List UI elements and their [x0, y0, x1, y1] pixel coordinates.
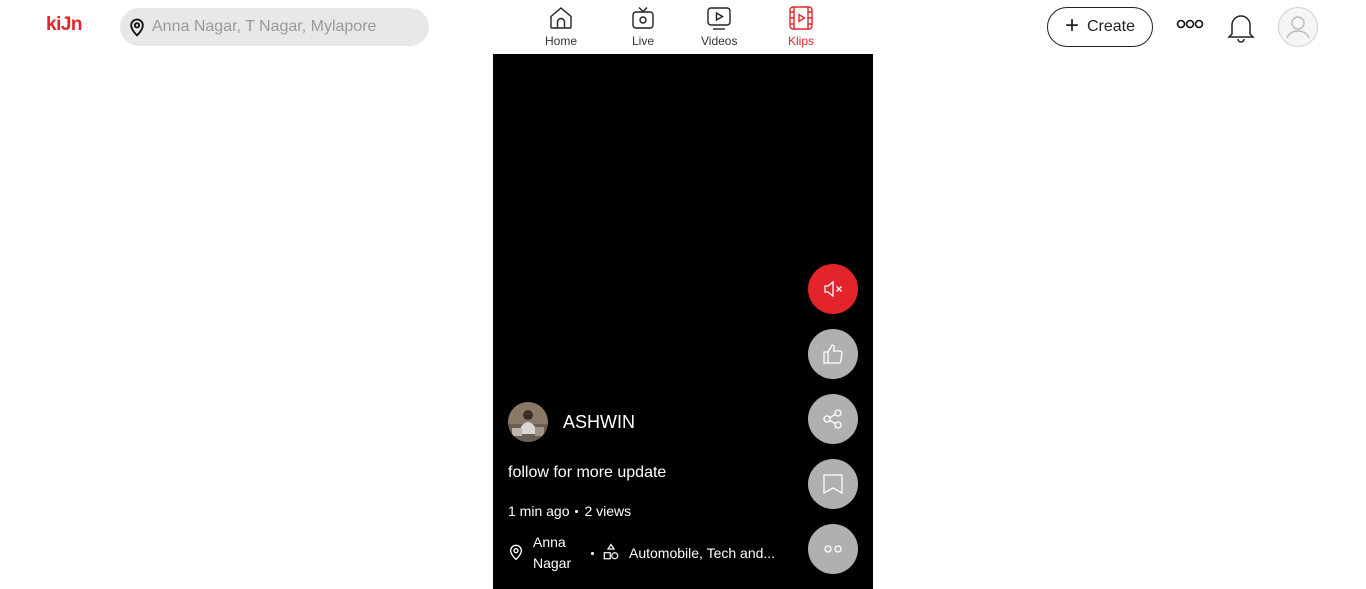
klip-category[interactable]: Automobile, Tech and...: [629, 545, 775, 561]
creator-name[interactable]: ASHWIN: [563, 412, 635, 433]
nav-live[interactable]: Live: [629, 4, 657, 48]
klip-meta: 1 min ago 2 views: [508, 503, 631, 519]
more-options-button[interactable]: [808, 524, 858, 574]
separator-dot: [591, 551, 594, 555]
create-label: Create: [1086, 18, 1136, 35]
location-pin-icon: [126, 16, 148, 38]
like-icon: [823, 344, 843, 364]
location-search-input[interactable]: [152, 18, 412, 36]
klip-caption: follow for more update: [508, 464, 667, 481]
mute-button[interactable]: [808, 264, 858, 314]
profile-avatar[interactable]: [1278, 7, 1318, 47]
live-tv-icon: [629, 4, 657, 32]
more-icon: [824, 545, 842, 553]
notification-bell-icon[interactable]: [1226, 11, 1256, 48]
user-icon: [1286, 16, 1310, 39]
nav-live-label: Live: [631, 34, 654, 48]
separator-dot: [575, 509, 579, 513]
category-icon: [602, 542, 620, 564]
nav-home[interactable]: Home: [545, 4, 577, 48]
nav-klips-label: Klips: [787, 34, 814, 48]
nav-klips[interactable]: Klips: [787, 4, 815, 48]
like-button[interactable]: [808, 329, 858, 379]
share-button[interactable]: [808, 394, 858, 444]
klip-location-category: Anna Nagar Automobile, Tech and...: [508, 532, 775, 574]
create-button[interactable]: + Create: [1047, 7, 1153, 47]
home-icon: [547, 4, 575, 32]
creator-info[interactable]: ASHWIN: [508, 402, 635, 442]
video-play-icon: [705, 4, 733, 32]
more-apps-icon[interactable]: [1176, 14, 1204, 39]
share-icon: [823, 409, 842, 429]
save-button[interactable]: [808, 459, 858, 509]
nav-videos[interactable]: Videos: [701, 4, 737, 48]
nav-videos-label: Videos: [701, 34, 738, 48]
klip-location[interactable]: Anna Nagar: [533, 532, 579, 574]
bookmark-icon: [823, 474, 843, 495]
klip-actions: [808, 264, 858, 574]
kijn-logo[interactable]: kiJn: [46, 14, 83, 36]
plus-icon: +: [1064, 11, 1079, 39]
nav-home-label: Home: [545, 34, 578, 48]
mute-icon: [824, 280, 842, 298]
location-pin-icon: [508, 543, 524, 564]
view-count: 2 views: [584, 503, 632, 519]
klip-player[interactable]: ASHWIN follow for more update 1 min ago …: [493, 54, 873, 589]
posted-time: 1 min ago: [508, 503, 570, 519]
klips-icon: [787, 4, 815, 32]
creator-avatar[interactable]: [508, 402, 548, 442]
location-search[interactable]: [120, 8, 429, 46]
